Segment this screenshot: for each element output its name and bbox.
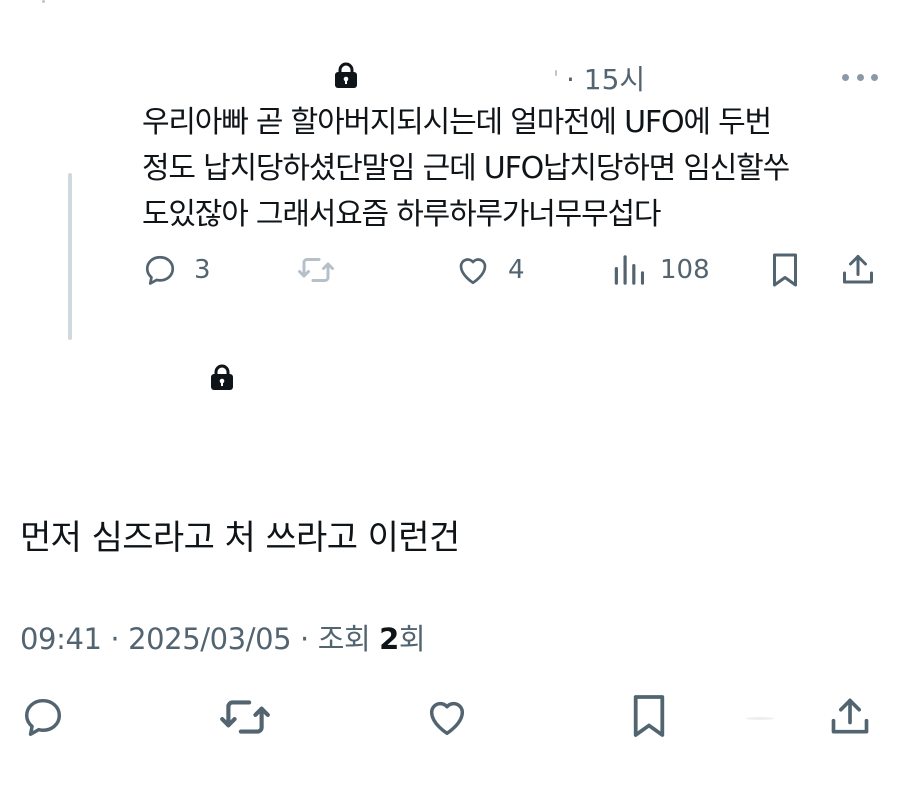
share-icon	[843, 255, 873, 284]
meta-separator: ·	[300, 622, 309, 656]
main-retweet-button[interactable]	[218, 694, 272, 744]
share-icon	[831, 698, 869, 734]
bookmark-button[interactable]	[770, 252, 800, 292]
reply-text: 우리아빠 곧 할아버지되시는데 얼마전에 UFO에 두번 정도 납치당하셨단말임…	[142, 100, 892, 238]
views-count: 108	[660, 255, 710, 285]
main-bookmark-button[interactable]	[630, 692, 668, 744]
lock-icon	[210, 364, 234, 390]
like-button[interactable]: 4	[454, 252, 525, 288]
reply-icon	[24, 698, 62, 736]
tweet-time[interactable]: 09:41	[20, 622, 102, 656]
main-like-button[interactable]	[424, 694, 470, 744]
views-suffix: 회	[398, 622, 426, 656]
reply-timestamp[interactable]: · 15시	[566, 58, 645, 98]
views-button[interactable]: 108	[612, 252, 710, 288]
main-share-button[interactable]	[828, 694, 872, 744]
reply-text-line: 도있잖아 그래서요즘 하루하루가너무무섭다	[142, 197, 661, 232]
reply-count: 3	[194, 255, 211, 285]
retweet-button[interactable]	[296, 252, 352, 288]
more-options-button[interactable]	[842, 72, 878, 82]
more-icon	[842, 73, 849, 81]
views-label: 조회	[317, 622, 371, 656]
meta-separator: ·	[110, 622, 120, 656]
reply-text-line: 정도 납치당하셨단말임 근데 UFO납치당하면 임신할쑤	[142, 151, 790, 186]
more-dot	[871, 73, 878, 81]
retweet-icon	[220, 700, 270, 734]
tweet-date[interactable]: 2025/03/05	[128, 622, 292, 656]
views-number[interactable]: 2	[379, 622, 399, 656]
reply-icon	[145, 255, 175, 285]
like-icon	[459, 258, 487, 285]
main-reply-button[interactable]	[20, 694, 66, 744]
main-tweet-text: 먼저 심즈라고 처 쓰라고 이런건	[20, 518, 460, 558]
retweet-icon	[298, 258, 334, 282]
bookmark-icon	[633, 695, 665, 737]
lock-icon	[334, 62, 358, 88]
bookmark-icon	[773, 253, 797, 287]
share-button[interactable]	[840, 252, 876, 292]
thread-line	[68, 173, 72, 340]
tweet-meta: 09:41 · 2025/03/05 · 조회 2회	[20, 616, 426, 658]
reply-text-line: 우리아빠 곧 할아버지되시는데 얼마전에 UFO에 두번	[142, 105, 772, 140]
faint-mark	[746, 717, 774, 720]
stray-mark	[42, 0, 45, 3]
reply-button[interactable]: 3	[142, 252, 211, 288]
more-dot	[856, 73, 864, 81]
like-count: 4	[508, 255, 525, 285]
like-icon	[429, 701, 465, 736]
faint-mark	[555, 70, 557, 76]
views-icon	[614, 255, 644, 285]
